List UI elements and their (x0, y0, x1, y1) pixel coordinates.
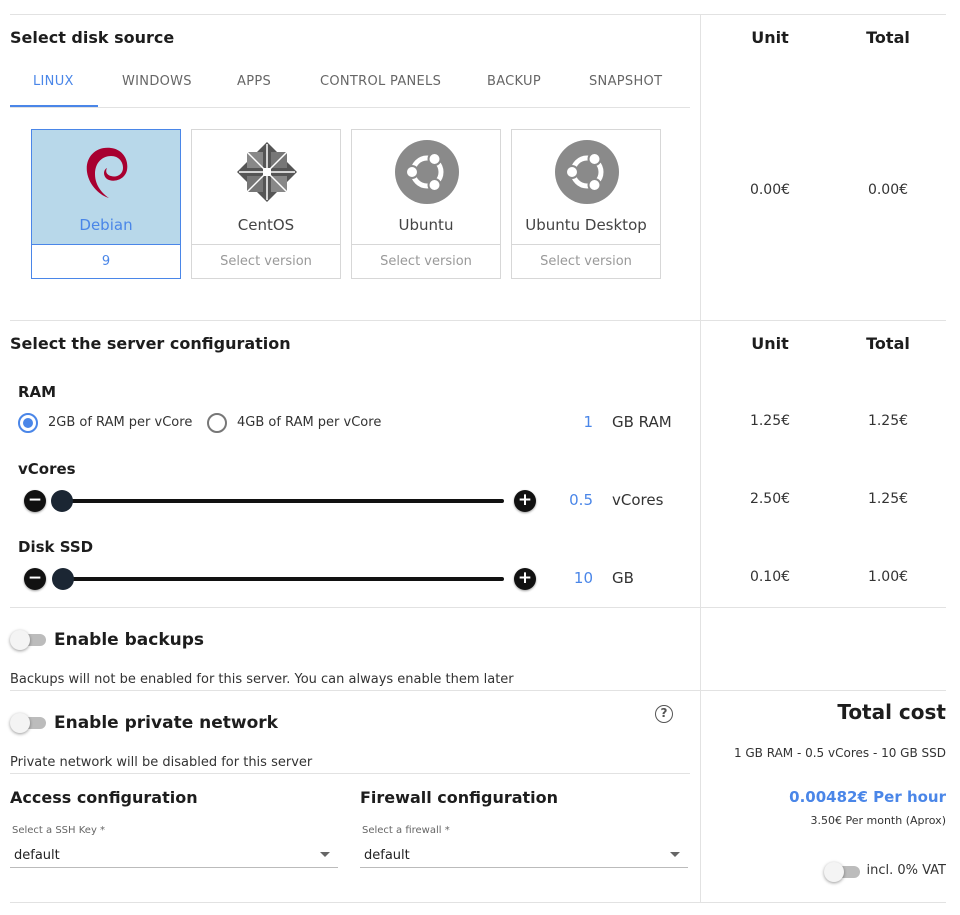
total-column-header: Total (866, 334, 910, 353)
vcores-unit: vCores (612, 491, 664, 509)
ram-option-2gb-radio[interactable] (18, 413, 38, 433)
ram-option-4gb-label[interactable]: 4GB of RAM per vCore (237, 415, 381, 430)
disk-value: 10 (573, 569, 593, 587)
vcores-decrease-button[interactable]: − (24, 490, 46, 512)
ram-unit: GB RAM (612, 413, 672, 431)
backups-toggle[interactable] (10, 629, 46, 650)
os-card-label: Debian (79, 216, 133, 234)
disk-total-price: 1.00€ (867, 569, 909, 585)
total-column-header: Total (866, 28, 910, 47)
ram-label: RAM (18, 383, 57, 401)
price-column-divider (700, 14, 701, 902)
os-card-label: Ubuntu (398, 216, 454, 234)
section-divider (10, 320, 946, 321)
total-cost-title: Total cost (837, 700, 946, 724)
debian-logo-icon (86, 147, 128, 198)
disk-total-price: 0.00€ (867, 182, 909, 198)
chevron-down-icon (320, 852, 330, 857)
os-card-label: CentOS (237, 216, 295, 234)
tabs-border (10, 107, 690, 108)
vcores-unit-price: 2.50€ (749, 491, 791, 507)
disk-ssd-label: Disk SSD (18, 538, 94, 556)
firewall-field-label: Select a firewall * (362, 825, 450, 836)
ubuntu-logo-icon (555, 140, 619, 204)
summary-spec: 1 GB RAM - 0.5 vCores - 10 GB SSD (733, 746, 946, 760)
ram-option-2gb-label[interactable]: 2GB of RAM per vCore (48, 415, 192, 430)
section-divider (10, 607, 946, 608)
disk-unit-price: 0.00€ (749, 182, 791, 198)
private-network-toggle[interactable] (10, 712, 46, 733)
toggle-knob (10, 713, 30, 733)
ssh-key-select-value: default (14, 848, 60, 863)
vcores-slider-thumb[interactable] (51, 490, 73, 512)
tab-linux[interactable]: LINUX (33, 74, 74, 89)
os-card-debian[interactable]: Debian (31, 129, 181, 245)
chevron-down-icon (670, 852, 680, 857)
tab-windows[interactable]: WINDOWS (122, 74, 192, 89)
ram-total-price: 1.25€ (867, 413, 909, 429)
tab-snapshot[interactable]: SNAPSHOT (589, 74, 662, 89)
unit-column-header: Unit (751, 334, 789, 353)
firewall-config-title: Firewall configuration (360, 788, 559, 807)
tab-apps[interactable]: APPS (237, 74, 271, 89)
help-icon[interactable]: ? (655, 705, 673, 723)
os-card-ubuntu[interactable]: Ubuntu (351, 129, 501, 245)
tab-backup[interactable]: BACKUP (487, 74, 541, 89)
section-divider (10, 773, 690, 774)
firewall-select[interactable]: default (360, 840, 688, 868)
ram-option-4gb-radio[interactable] (207, 413, 227, 433)
unit-column-header: Unit (751, 28, 789, 47)
toggle-knob (824, 862, 844, 882)
toggle-knob (10, 630, 30, 650)
version-select-debian[interactable]: 9 (31, 244, 181, 279)
section-divider (10, 690, 946, 691)
hourly-price: 0.00482€ Per hour (789, 788, 946, 806)
firewall-select-value: default (364, 848, 410, 863)
vcores-slider-track[interactable] (54, 499, 504, 503)
vcores-value: 0.5 (569, 491, 593, 509)
centos-logo-icon (237, 142, 297, 202)
disk-unit-price: 0.10€ (749, 569, 791, 585)
server-config-title: Select the server configuration (10, 334, 291, 353)
private-network-note: Private network will be disabled for thi… (10, 755, 313, 770)
bottom-divider (10, 902, 946, 903)
disk-decrease-button[interactable]: − (24, 568, 46, 590)
backups-label: Enable backups (54, 630, 205, 650)
disk-slider-track[interactable] (54, 577, 504, 581)
os-card-ubuntu-desktop[interactable]: Ubuntu Desktop (511, 129, 661, 245)
private-network-label: Enable private network (54, 713, 278, 733)
disk-unit: GB (612, 569, 634, 587)
tab-control-panels[interactable]: CONTROL PANELS (320, 74, 441, 89)
ram-unit-price: 1.25€ (749, 413, 791, 429)
vcores-increase-button[interactable]: + (514, 490, 536, 512)
version-select-ubuntu-desktop[interactable]: Select version (511, 244, 661, 279)
ubuntu-logo-icon (395, 140, 459, 204)
vcores-total-price: 1.25€ (867, 491, 909, 507)
ssh-key-select[interactable]: default (10, 840, 338, 868)
version-select-centos[interactable]: Select version (191, 244, 341, 279)
disk-source-title: Select disk source (10, 28, 175, 47)
monthly-price: 3.50€ Per month (Aprox) (810, 814, 947, 827)
ram-value: 1 (583, 413, 593, 431)
version-select-ubuntu[interactable]: Select version (351, 244, 501, 279)
ssh-key-field-label: Select a SSH Key * (12, 825, 106, 836)
backups-note: Backups will not be enabled for this ser… (10, 672, 514, 687)
os-card-label: Ubuntu Desktop (525, 216, 647, 234)
disk-slider-thumb[interactable] (52, 568, 74, 590)
disk-increase-button[interactable]: + (514, 568, 536, 590)
active-tab-indicator (10, 105, 98, 107)
os-card-centos[interactable]: CentOS (191, 129, 341, 245)
access-config-title: Access configuration (10, 788, 198, 807)
vat-toggle[interactable] (824, 861, 860, 882)
vcores-label: vCores (18, 460, 76, 478)
vat-label: incl. 0% VAT (866, 863, 946, 878)
top-divider (10, 14, 946, 15)
